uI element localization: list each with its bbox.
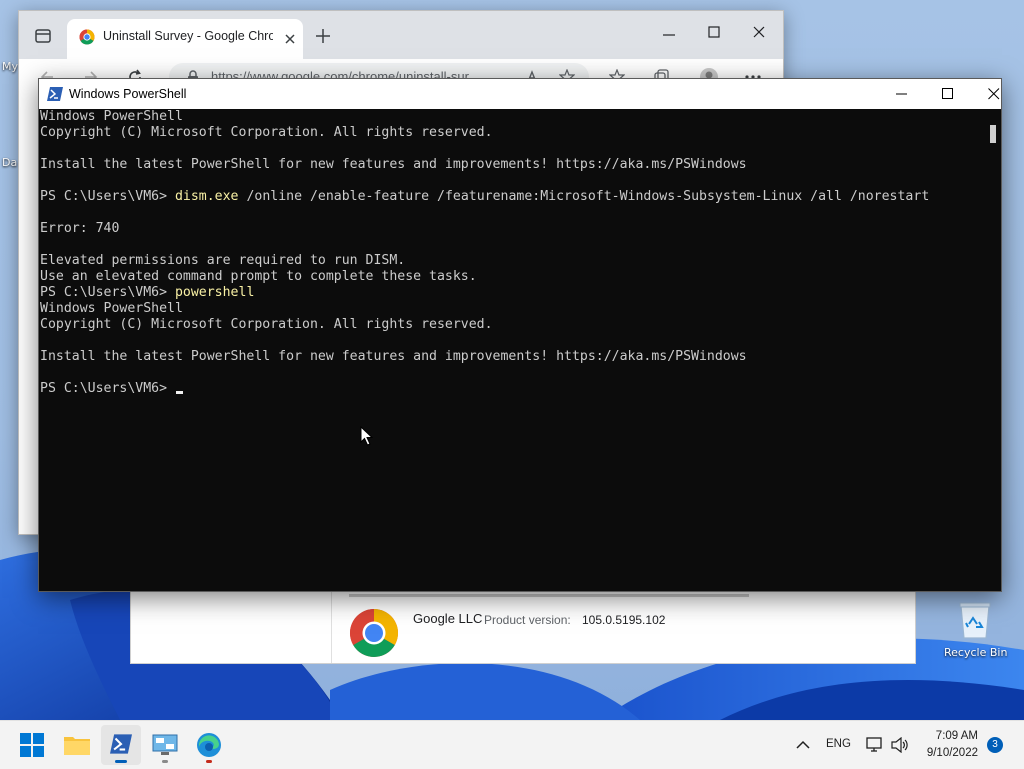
input-language-indicator[interactable]: ENG: [826, 738, 851, 750]
edge-browser-icon: [197, 733, 221, 757]
console-line: Windows PowerShell: [40, 301, 183, 316]
start-button[interactable]: [12, 725, 52, 765]
panel-divider: [331, 589, 332, 663]
horizontal-scrollbar[interactable]: [349, 594, 749, 597]
console-line: Install the latest PowerShell for new fe…: [40, 157, 747, 172]
prompt-text: PS C:\Users\VM6>: [40, 285, 175, 300]
console-line: Install the latest PowerShell for new fe…: [40, 349, 747, 364]
recycle-bin-label: Recycle Bin: [944, 646, 1008, 659]
publisher-name: Google LLC: [413, 611, 483, 626]
product-version-label: Product version:: [484, 613, 571, 627]
taskbar-edge[interactable]: [189, 725, 229, 765]
running-app-indicator: [206, 760, 212, 763]
maximize-icon: [942, 88, 953, 99]
prompt-text: PS C:\Users\VM6>: [40, 381, 175, 396]
clock-time: 7:09 AM: [935, 730, 978, 742]
chrome-logo-icon: [349, 609, 399, 658]
vertical-scrollbar[interactable]: [985, 109, 1001, 591]
scrollbar-thumb[interactable]: [990, 125, 996, 143]
console-output[interactable]: Windows PowerShell Copyright (C) Microsof…: [39, 109, 985, 589]
close-button[interactable]: [971, 79, 1017, 109]
taskbar-file-explorer[interactable]: [57, 725, 97, 765]
prompt-text: PS C:\Users\VM6>: [40, 189, 175, 204]
recycle-bin-shortcut[interactable]: Recycle Bin: [942, 600, 1008, 664]
active-app-indicator: [115, 760, 127, 763]
close-tab-icon[interactable]: [285, 34, 295, 44]
uninstall-survey-panel: Google LLC Product version: 105.0.5195.1…: [130, 588, 916, 664]
minimize-icon[interactable]: [663, 29, 675, 41]
window-title: Windows PowerShell: [69, 87, 187, 101]
desktop-icon-label[interactable]: My: [2, 60, 18, 73]
console-line: Error: 740: [40, 221, 120, 236]
mouse-pointer-icon: [360, 426, 374, 446]
control-panel-icon: [152, 734, 178, 755]
console-line: Elevated permissions are required to run…: [40, 253, 406, 268]
product-version-value: 105.0.5195.102: [582, 613, 666, 627]
volume-icon[interactable]: [891, 737, 909, 753]
command-name: dism.exe: [174, 189, 239, 204]
command-arguments: /online /enable-feature /featurename:Mic…: [238, 189, 930, 204]
chrome-favicon-icon: [79, 29, 95, 45]
taskbar-powershell[interactable]: [101, 725, 141, 765]
taskbar-control-panel[interactable]: [145, 725, 185, 765]
windows-logo-icon: [20, 733, 44, 757]
minimize-icon: [896, 93, 907, 95]
tab-title: Uninstall Survey - Google Chrome: [103, 29, 273, 43]
taskbar: ENG 7:09 AM 9/10/2022 3: [0, 720, 1024, 769]
window-title-bar[interactable]: Windows PowerShell: [39, 79, 1001, 109]
desktop-icon-label[interactable]: Da: [2, 156, 17, 169]
minimize-button[interactable]: [879, 79, 925, 109]
powershell-icon: [110, 734, 132, 754]
console-line: Copyright (C) Microsoft Corporation. All…: [40, 125, 493, 140]
chrome-tab-strip: Uninstall Survey - Google Chrome: [19, 11, 783, 59]
console-line: Use an elevated command prompt to comple…: [40, 269, 477, 284]
command-name: powershell: [174, 285, 255, 300]
text-cursor: [176, 391, 183, 394]
maximize-icon[interactable]: [708, 26, 720, 38]
powershell-window[interactable]: Windows PowerShell Windows PowerShell Cop…: [38, 78, 1002, 592]
folder-icon: [64, 737, 90, 755]
maximize-button[interactable]: [925, 79, 971, 109]
clock-date: 9/10/2022: [926, 747, 978, 759]
console-line: PS C:\Users\VM6>: [40, 381, 175, 397]
new-tab-icon[interactable]: [316, 29, 330, 43]
network-icon[interactable]: [866, 737, 884, 753]
console-line: PS C:\Users\VM6> dism.exe /online /enabl…: [40, 189, 929, 205]
browser-tab[interactable]: Uninstall Survey - Google Chrome: [67, 19, 303, 59]
chevron-up-icon[interactable]: [796, 740, 810, 750]
close-icon[interactable]: [753, 26, 765, 38]
console-line: Windows PowerShell: [40, 109, 183, 124]
console-line: Copyright (C) Microsoft Corporation. All…: [40, 317, 493, 332]
running-app-indicator: [162, 760, 168, 763]
console-line: PS C:\Users\VM6> powershell: [40, 285, 254, 301]
tab-actions-icon[interactable]: [35, 28, 51, 44]
recycle-bin-icon: [959, 602, 991, 639]
powershell-icon: [47, 87, 63, 101]
notification-badge[interactable]: 3: [987, 737, 1003, 753]
close-icon: [988, 88, 1000, 100]
